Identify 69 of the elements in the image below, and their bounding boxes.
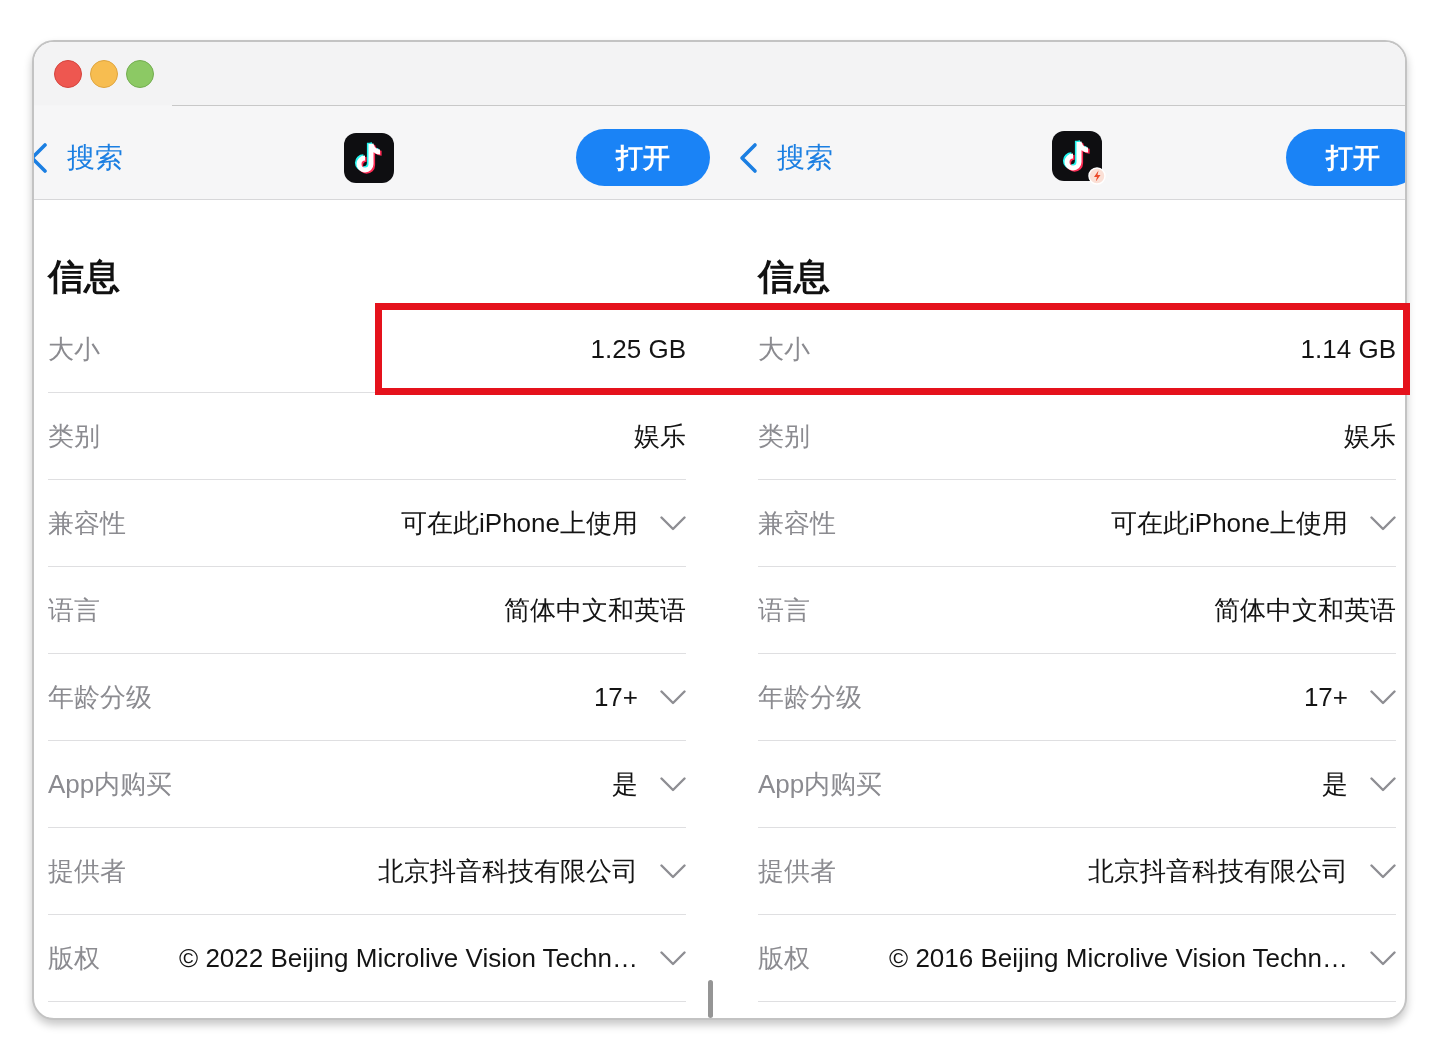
info-label: 提供者 <box>48 855 126 888</box>
info-row[interactable]: 类别 娱乐 <box>758 393 1396 480</box>
section-heading: 信息 <box>758 255 831 299</box>
info-label: 类别 <box>758 420 810 453</box>
back-button[interactable]: 搜索 <box>34 140 123 175</box>
chevron-down-icon[interactable] <box>660 689 686 705</box>
info-row[interactable]: 大小 1.14 GB <box>758 306 1396 393</box>
info-label: 大小 <box>48 333 100 366</box>
info-label: 年龄分级 <box>758 681 862 714</box>
info-value: 娱乐 <box>1343 420 1396 453</box>
chevron-left-icon <box>737 141 759 174</box>
info-row[interactable]: 年龄分级 17+ <box>48 654 686 741</box>
info-value: 简体中文和英语 <box>1213 594 1396 627</box>
info-label: 大小 <box>758 333 810 366</box>
info-row[interactable]: 版权 © 2016 Beijing Microlive Vision Techn… <box>758 915 1396 1002</box>
info-value: © 2016 Beijing Microlive Vision Techn… <box>888 942 1348 975</box>
info-label: 版权 <box>758 942 810 975</box>
info-value: 娱乐 <box>633 420 686 453</box>
chevron-down-icon[interactable] <box>1370 776 1396 792</box>
info-label: 版权 <box>48 942 100 975</box>
info-row[interactable]: 年龄分级 17+ <box>758 654 1396 741</box>
chevron-down-icon[interactable] <box>660 515 686 531</box>
info-row[interactable]: 类别 娱乐 <box>48 393 686 480</box>
info-label: 语言 <box>48 594 100 627</box>
info-row[interactable]: 提供者 北京抖音科技有限公司 <box>758 828 1396 915</box>
open-button[interactable]: 打开 <box>576 129 710 186</box>
info-value: 可在此iPhone上使用 <box>400 507 638 540</box>
info-label: 类别 <box>48 420 100 453</box>
chevron-down-icon[interactable] <box>1370 515 1396 531</box>
info-label: 兼容性 <box>48 507 126 540</box>
info-value: 北京抖音科技有限公司 <box>377 855 638 888</box>
info-value: 北京抖音科技有限公司 <box>1087 855 1348 888</box>
info-label: 兼容性 <box>758 507 836 540</box>
info-row[interactable]: 大小 1.25 GB <box>48 306 686 393</box>
info-value: 是 <box>1321 768 1348 801</box>
chevron-down-icon[interactable] <box>660 950 686 966</box>
window-zoom-button[interactable] <box>126 59 154 88</box>
chevron-down-icon[interactable] <box>1370 950 1396 966</box>
info-label: 提供者 <box>758 855 836 888</box>
open-button[interactable]: 打开 <box>1286 129 1405 186</box>
window-close-button[interactable] <box>54 59 82 88</box>
window-minimize-button[interactable] <box>90 59 118 88</box>
info-value: © 2022 Beijing Microlive Vision Techn… <box>178 942 638 975</box>
info-row[interactable]: App内购买 是 <box>758 741 1396 828</box>
chevron-down-icon[interactable] <box>1370 863 1396 879</box>
info-row[interactable]: App内购买 是 <box>48 741 686 828</box>
info-row[interactable]: 提供者 北京抖音科技有限公司 <box>48 828 686 915</box>
info-label: 语言 <box>758 594 810 627</box>
info-value: 是 <box>611 768 638 801</box>
info-value: 1.14 GB <box>1299 333 1396 366</box>
chevron-down-icon[interactable] <box>1370 689 1396 705</box>
back-button[interactable]: 搜索 <box>737 140 833 175</box>
info-label: 年龄分级 <box>48 681 152 714</box>
chevron-down-icon[interactable] <box>660 863 686 879</box>
info-value: 1.25 GB <box>589 333 686 366</box>
info-value: 17+ <box>592 681 638 714</box>
info-row[interactable]: 语言 简体中文和英语 <box>758 567 1396 654</box>
chevron-left-icon <box>34 141 49 174</box>
info-row[interactable]: 兼容性 可在此iPhone上使用 <box>48 480 686 567</box>
info-row[interactable]: 兼容性 可在此iPhone上使用 <box>758 480 1396 567</box>
info-row[interactable]: 版权 © 2022 Beijing Microlive Vision Techn… <box>48 915 686 1002</box>
info-value: 17+ <box>1302 681 1348 714</box>
chevron-down-icon[interactable] <box>660 776 686 792</box>
info-value: 可在此iPhone上使用 <box>1110 507 1348 540</box>
info-value: 简体中文和英语 <box>503 594 686 627</box>
info-label: App内购买 <box>48 768 173 801</box>
info-label: App内购买 <box>758 768 883 801</box>
info-row[interactable]: 语言 简体中文和英语 <box>48 567 686 654</box>
section-heading: 信息 <box>48 255 121 299</box>
